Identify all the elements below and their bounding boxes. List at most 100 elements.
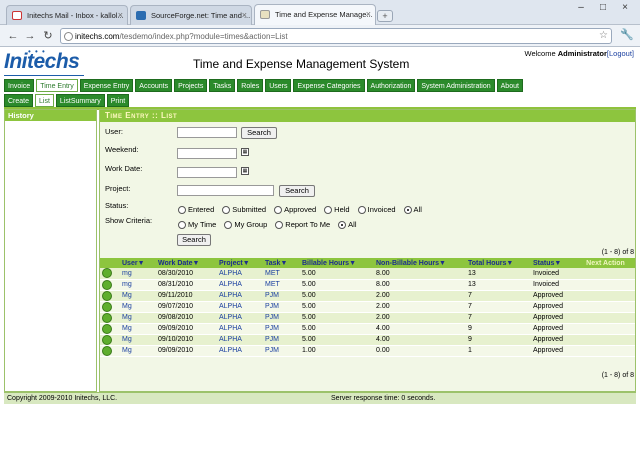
cell-project[interactable]: ALPHA	[217, 323, 263, 335]
tab-gmail[interactable]: Initechs Mail - Inbox - kallol... ×	[6, 5, 128, 25]
header-project[interactable]: Project▼	[217, 258, 263, 268]
cell-user[interactable]: mg	[120, 279, 156, 291]
cell-billable: 5.00	[300, 279, 374, 291]
new-tab-button[interactable]: +	[377, 10, 393, 22]
menu-expense-categories[interactable]: Expense Categories	[293, 79, 365, 92]
project-input[interactable]	[177, 185, 274, 196]
go-icon[interactable]	[102, 279, 112, 290]
radio-label: Held	[334, 205, 350, 214]
maximize-icon[interactable]: □	[592, 2, 614, 16]
go-icon[interactable]	[102, 345, 112, 356]
go-icon[interactable]	[102, 290, 112, 301]
cell-project[interactable]: ALPHA	[217, 290, 263, 302]
address-bar[interactable]: initechs.com/tesdemo/index.php?module=ti…	[60, 28, 612, 44]
show-my-time-radio[interactable]: My Time	[178, 220, 216, 229]
header-status[interactable]: Status▼	[531, 258, 576, 268]
back-arrow-icon[interactable]: ←	[6, 29, 20, 43]
radio-label: All	[348, 220, 357, 229]
forward-arrow-icon[interactable]: →	[23, 29, 37, 43]
work-date-input[interactable]	[177, 167, 237, 178]
calendar-icon[interactable]: ▦	[241, 167, 249, 175]
calendar-icon[interactable]: ▦	[241, 148, 249, 156]
bookmark-star-icon[interactable]: ☆	[599, 30, 608, 41]
cell-task[interactable]: PJM	[263, 345, 300, 357]
cell-task[interactable]: MET	[263, 268, 300, 280]
logo: Initechs	[4, 50, 80, 73]
menu-roles[interactable]: Roles	[237, 79, 264, 92]
menu-users[interactable]: Users	[265, 79, 292, 92]
cell-project[interactable]: ALPHA	[217, 279, 263, 291]
cell-project[interactable]: ALPHA	[217, 268, 263, 280]
cell-project[interactable]: ALPHA	[217, 312, 263, 324]
cell-project[interactable]: ALPHA	[217, 334, 263, 346]
menu-accounts[interactable]: Accounts	[135, 79, 173, 92]
close-icon[interactable]: ×	[366, 9, 371, 19]
tab-sourceforge[interactable]: SourceForge.net: Time and ... ×	[130, 5, 252, 25]
address-toolbar: ← → ↻ initechs.com/tesdemo/index.php?mod…	[0, 25, 640, 47]
header-user[interactable]: User▼	[120, 258, 156, 268]
tab-time-expense[interactable]: Time and Expense Manage... ×	[254, 4, 376, 26]
cell-user[interactable]: mg	[120, 268, 156, 280]
go-icon[interactable]	[102, 323, 112, 334]
show-my-group-radio[interactable]: My Group	[224, 220, 267, 229]
show-all-radio[interactable]: All	[338, 220, 357, 229]
cell-project[interactable]: ALPHA	[217, 345, 263, 357]
cell-task[interactable]: PJM	[263, 290, 300, 302]
show-report-to-me-radio[interactable]: Report To Me	[275, 220, 330, 229]
menu-system-administration[interactable]: System Administration	[417, 79, 495, 92]
weekend-input[interactable]	[177, 148, 237, 159]
status-invoiced-radio[interactable]: Invoiced	[357, 205, 396, 214]
menu-projects[interactable]: Projects	[174, 79, 208, 92]
project-search-button[interactable]: Search	[279, 185, 315, 197]
status-held-radio[interactable]: Held	[324, 205, 350, 214]
menu-tasks[interactable]: Tasks	[209, 79, 236, 92]
cell-user[interactable]: Mg	[120, 323, 156, 335]
cell-task[interactable]: PJM	[263, 312, 300, 324]
cell-work-date: 08/30/2010	[156, 268, 217, 280]
user-search-button[interactable]: Search	[241, 127, 277, 139]
sub-menu: Create List ListSummary Print	[4, 94, 130, 107]
close-icon[interactable]: ×	[118, 10, 123, 20]
menu-expense-entry[interactable]: Expense Entry	[79, 79, 134, 92]
search-button[interactable]: Search	[177, 234, 211, 246]
close-icon[interactable]: ×	[242, 10, 247, 20]
header-work-date[interactable]: Work Date▼	[156, 258, 217, 268]
user-input[interactable]	[177, 127, 237, 138]
menu-time-entry[interactable]: Time Entry	[36, 79, 78, 92]
cell-user[interactable]: Mg	[120, 312, 156, 324]
status-approved-radio[interactable]: Approved	[274, 205, 316, 214]
reload-icon[interactable]: ↻	[41, 29, 55, 43]
cell-user[interactable]: Mg	[120, 301, 156, 313]
header-billable-hours[interactable]: Billable Hours▼	[300, 258, 374, 268]
cell-next-action	[576, 334, 635, 346]
cell-user[interactable]: Mg	[120, 334, 156, 346]
submenu-list[interactable]: List	[35, 94, 54, 107]
header-task[interactable]: Task▼	[263, 258, 300, 268]
status-entered-radio[interactable]: Entered	[178, 205, 214, 214]
go-icon[interactable]	[102, 334, 112, 345]
menu-about[interactable]: About	[496, 79, 523, 92]
go-icon[interactable]	[102, 312, 112, 323]
status-all-radio[interactable]: All	[403, 205, 422, 214]
menu-invoice[interactable]: Invoice	[4, 79, 35, 92]
submenu-list-summary[interactable]: ListSummary	[55, 94, 105, 107]
go-icon[interactable]	[102, 268, 112, 279]
cell-user[interactable]: Mg	[120, 345, 156, 357]
header-total-hours[interactable]: Total Hours▼	[466, 258, 531, 268]
cell-project[interactable]: ALPHA	[217, 301, 263, 313]
cell-task[interactable]: MET	[263, 279, 300, 291]
go-icon[interactable]	[102, 301, 112, 312]
header-non-billable-hours[interactable]: Non-Billable Hours▼	[374, 258, 466, 268]
submenu-create[interactable]: Create	[4, 94, 34, 107]
status-submitted-radio[interactable]: Submitted	[222, 205, 266, 214]
submenu-print[interactable]: Print	[106, 94, 130, 107]
cell-task[interactable]: PJM	[263, 334, 300, 346]
logout-link[interactable]: [Logout]	[607, 49, 634, 58]
minimize-icon[interactable]: –	[570, 2, 592, 16]
wrench-icon[interactable]: 🔧	[620, 28, 634, 41]
close-window-icon[interactable]: ×	[614, 2, 636, 16]
cell-task[interactable]: PJM	[263, 323, 300, 335]
cell-task[interactable]: PJM	[263, 301, 300, 313]
cell-user[interactable]: Mg	[120, 290, 156, 302]
menu-authorization[interactable]: Authorization	[366, 79, 416, 92]
